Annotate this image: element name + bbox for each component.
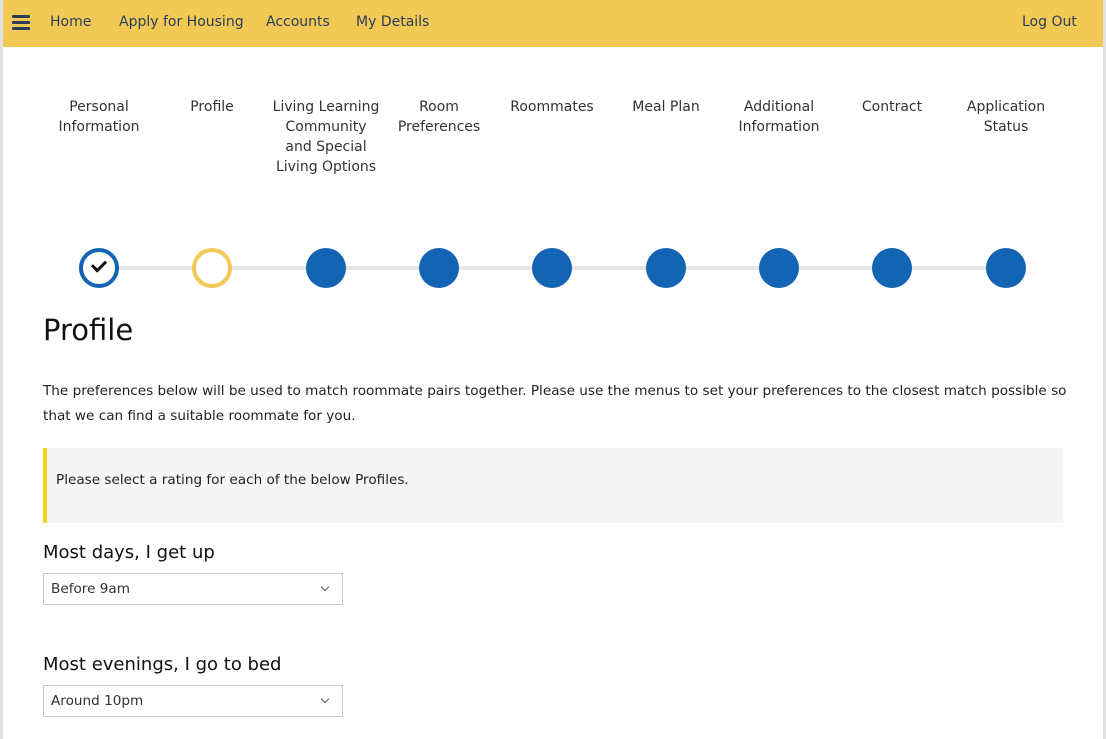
step-label-personal-information[interactable]: Personal Information — [44, 97, 154, 137]
step-label-profile[interactable]: Profile — [157, 97, 267, 117]
step-dot-profile[interactable] — [192, 248, 232, 288]
hamburger-menu-icon[interactable] — [12, 15, 30, 31]
top-navigation-bar: Home Apply for Housing Accounts My Detai… — [0, 0, 1106, 47]
page-title: Profile — [43, 313, 134, 347]
wake-up-select[interactable]: Before 9am — [43, 573, 343, 605]
step-label-room-preferences[interactable]: Room Preferences — [384, 97, 494, 137]
step-label-contract[interactable]: Contract — [837, 97, 947, 117]
wake-up-question-label: Most days, I get up — [43, 542, 215, 563]
step-dot-application-status[interactable] — [986, 248, 1026, 288]
step-dot-room-preferences[interactable] — [419, 248, 459, 288]
bedtime-question-label: Most evenings, I go to bed — [43, 654, 282, 675]
logout-link[interactable]: Log Out — [1022, 14, 1077, 30]
nav-link-my-details[interactable]: My Details — [356, 14, 429, 30]
chevron-down-icon — [320, 694, 330, 704]
nav-link-home[interactable]: Home — [50, 14, 91, 30]
intro-paragraph: The preferences below will be used to ma… — [43, 383, 1067, 424]
nav-link-accounts[interactable]: Accounts — [266, 14, 330, 30]
nav-link-apply-for-housing[interactable]: Apply for Housing — [119, 14, 244, 30]
step-label-application-status[interactable]: Application Status — [951, 97, 1061, 137]
notice-text: Please select a rating for each of the b… — [56, 472, 409, 488]
step-dot-contract[interactable] — [872, 248, 912, 288]
checkmark-icon — [90, 256, 108, 273]
step-dot-meal-plan[interactable] — [646, 248, 686, 288]
step-label-roommates[interactable]: Roommates — [497, 97, 607, 117]
bedtime-selected-value: Around 10pm — [51, 693, 144, 709]
bedtime-select[interactable]: Around 10pm — [43, 685, 343, 717]
step-dot-roommates[interactable] — [532, 248, 572, 288]
step-label-meal-plan[interactable]: Meal Plan — [611, 97, 721, 117]
step-dot-living-learning-community[interactable] — [306, 248, 346, 288]
step-label-living-learning-community[interactable]: Living Learning Community and Special Li… — [271, 97, 381, 177]
step-dot-personal-information[interactable] — [79, 248, 119, 288]
notice-box: Please select a rating for each of the b… — [43, 448, 1063, 523]
wake-up-selected-value: Before 9am — [51, 581, 130, 597]
step-dot-additional-information[interactable] — [759, 248, 799, 288]
step-label-additional-information[interactable]: Additional Information — [724, 97, 834, 137]
browser-frame: Home Apply for Housing Accounts My Detai… — [0, 0, 1106, 739]
chevron-down-icon — [320, 582, 330, 592]
